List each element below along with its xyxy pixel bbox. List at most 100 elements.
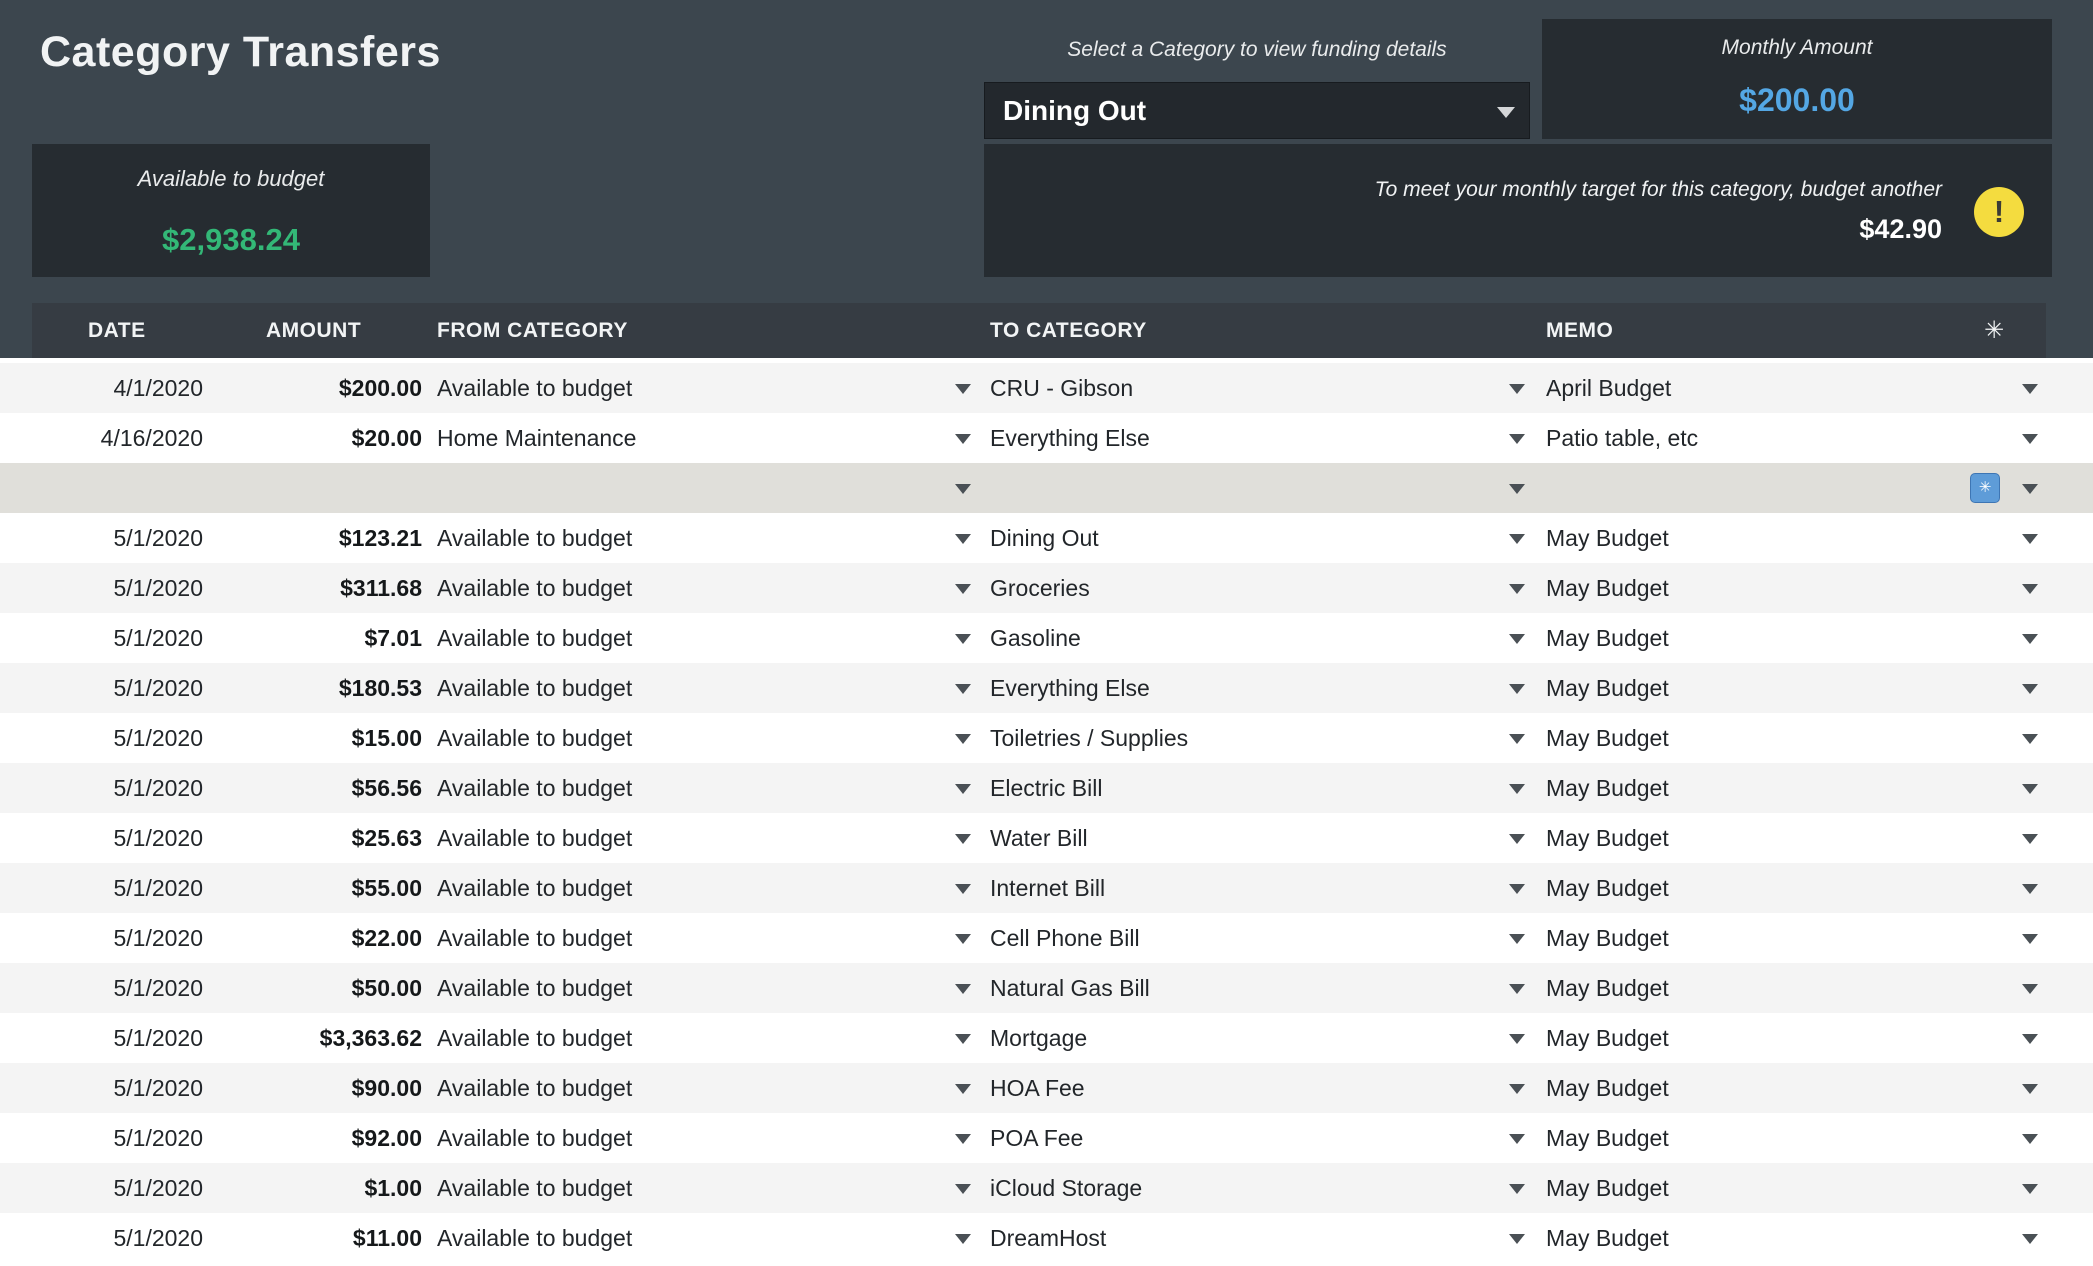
row-memo-cell[interactable]: May Budget: [1546, 1213, 1669, 1263]
row-memo-cell[interactable]: May Budget: [1546, 1013, 1669, 1063]
row-from-category-cell[interactable]: Available to budget: [437, 1013, 632, 1063]
row-date-cell[interactable]: 5/1/2020: [20, 1163, 203, 1213]
chevron-down-icon[interactable]: [2022, 884, 2038, 894]
row-memo-cell[interactable]: May Budget: [1546, 763, 1669, 813]
row-date-cell[interactable]: 4/1/2020: [20, 363, 203, 413]
chevron-down-icon[interactable]: [1509, 634, 1525, 644]
row-date-cell[interactable]: 5/1/2020: [20, 613, 203, 663]
row-memo-cell[interactable]: May Budget: [1546, 613, 1669, 663]
chevron-down-icon[interactable]: [2022, 534, 2038, 544]
row-memo-cell[interactable]: May Budget: [1546, 863, 1669, 913]
row-to-category-cell[interactable]: Electric Bill: [990, 763, 1102, 813]
row-amount-cell[interactable]: $311.68: [240, 563, 422, 613]
chevron-down-icon[interactable]: [1509, 1184, 1525, 1194]
row-to-category-cell[interactable]: Mortgage: [990, 1013, 1087, 1063]
chevron-down-icon[interactable]: [2022, 1184, 2038, 1194]
row-from-category-cell[interactable]: Available to budget: [437, 1113, 632, 1163]
chevron-down-icon[interactable]: [2022, 634, 2038, 644]
chevron-down-icon[interactable]: [2022, 384, 2038, 394]
row-from-category-cell[interactable]: Available to budget: [437, 513, 632, 563]
asterisk-button[interactable]: ✳: [1970, 473, 2000, 503]
chevron-down-icon[interactable]: [955, 1034, 971, 1044]
chevron-down-icon[interactable]: [1509, 1134, 1525, 1144]
row-amount-cell[interactable]: $1.00: [240, 1163, 422, 1213]
chevron-down-icon[interactable]: [1509, 1084, 1525, 1094]
row-date-cell[interactable]: 5/1/2020: [20, 1063, 203, 1113]
row-amount-cell[interactable]: $90.00: [240, 1063, 422, 1113]
chevron-down-icon[interactable]: [2022, 1034, 2038, 1044]
row-amount-cell[interactable]: $56.56: [240, 763, 422, 813]
row-to-category-cell[interactable]: DreamHost: [990, 1213, 1106, 1263]
chevron-down-icon[interactable]: [955, 634, 971, 644]
chevron-down-icon[interactable]: [1509, 984, 1525, 994]
row-date-cell[interactable]: 5/1/2020: [20, 513, 203, 563]
chevron-down-icon[interactable]: [2022, 1234, 2038, 1244]
row-memo-cell[interactable]: May Budget: [1546, 1113, 1669, 1163]
row-amount-cell[interactable]: $3,363.62: [240, 1013, 422, 1063]
row-memo-cell[interactable]: May Budget: [1546, 563, 1669, 613]
row-date-cell[interactable]: 5/1/2020: [20, 913, 203, 963]
row-memo-cell[interactable]: May Budget: [1546, 663, 1669, 713]
row-from-category-cell[interactable]: Available to budget: [437, 763, 632, 813]
row-amount-cell[interactable]: $200.00: [240, 363, 422, 413]
row-to-category-cell[interactable]: Gasoline: [990, 613, 1081, 663]
chevron-down-icon[interactable]: [1509, 584, 1525, 594]
chevron-down-icon[interactable]: [2022, 684, 2038, 694]
row-memo-cell[interactable]: April Budget: [1546, 363, 1671, 413]
row-from-category-cell[interactable]: Available to budget: [437, 563, 632, 613]
chevron-down-icon[interactable]: [1509, 384, 1525, 394]
chevron-down-icon[interactable]: [1509, 434, 1525, 444]
row-from-category-cell[interactable]: Home Maintenance: [437, 413, 636, 463]
chevron-down-icon[interactable]: [955, 534, 971, 544]
chevron-down-icon[interactable]: [955, 934, 971, 944]
chevron-down-icon[interactable]: [955, 584, 971, 594]
row-from-category-cell[interactable]: Available to budget: [437, 1213, 632, 1263]
row-from-category-cell[interactable]: Available to budget: [437, 363, 632, 413]
row-amount-cell[interactable]: $22.00: [240, 913, 422, 963]
row-memo-cell[interactable]: Patio table, etc: [1546, 413, 1698, 463]
chevron-down-icon[interactable]: [1509, 734, 1525, 744]
row-amount-cell[interactable]: $20.00: [240, 413, 422, 463]
row-amount-cell[interactable]: $92.00: [240, 1113, 422, 1163]
row-memo-cell[interactable]: May Budget: [1546, 513, 1669, 563]
row-memo-cell[interactable]: May Budget: [1546, 963, 1669, 1013]
chevron-down-icon[interactable]: [1509, 534, 1525, 544]
category-select[interactable]: Dining Out: [984, 82, 1530, 139]
row-from-category-cell[interactable]: Available to budget: [437, 863, 632, 913]
row-date-cell[interactable]: 5/1/2020: [20, 1013, 203, 1063]
chevron-down-icon[interactable]: [955, 1134, 971, 1144]
row-date-cell[interactable]: 5/1/2020: [20, 713, 203, 763]
chevron-down-icon[interactable]: [955, 1234, 971, 1244]
row-to-category-cell[interactable]: Dining Out: [990, 513, 1099, 563]
chevron-down-icon[interactable]: [1509, 684, 1525, 694]
chevron-down-icon[interactable]: [2022, 834, 2038, 844]
chevron-down-icon[interactable]: [1509, 884, 1525, 894]
row-to-category-cell[interactable]: POA Fee: [990, 1113, 1083, 1163]
row-from-category-cell[interactable]: Available to budget: [437, 963, 632, 1013]
row-from-category-cell[interactable]: Available to budget: [437, 663, 632, 713]
row-from-category-cell[interactable]: Available to budget: [437, 1163, 632, 1213]
row-date-cell[interactable]: 5/1/2020: [20, 863, 203, 913]
chevron-down-icon[interactable]: [955, 484, 971, 494]
row-memo-cell[interactable]: May Budget: [1546, 1163, 1669, 1213]
row-to-category-cell[interactable]: Toiletries / Supplies: [990, 713, 1188, 763]
row-to-category-cell[interactable]: iCloud Storage: [990, 1163, 1142, 1213]
row-amount-cell[interactable]: $55.00: [240, 863, 422, 913]
row-date-cell[interactable]: 5/1/2020: [20, 1213, 203, 1263]
row-date-cell[interactable]: 5/1/2020: [20, 763, 203, 813]
row-amount-cell[interactable]: $25.63: [240, 813, 422, 863]
chevron-down-icon[interactable]: [955, 1184, 971, 1194]
chevron-down-icon[interactable]: [2022, 1134, 2038, 1144]
chevron-down-icon[interactable]: [2022, 934, 2038, 944]
row-to-category-cell[interactable]: Water Bill: [990, 813, 1088, 863]
row-amount-cell[interactable]: $11.00: [240, 1213, 422, 1263]
chevron-down-icon[interactable]: [1509, 834, 1525, 844]
row-amount-cell[interactable]: $50.00: [240, 963, 422, 1013]
chevron-down-icon[interactable]: [2022, 984, 2038, 994]
row-memo-cell[interactable]: May Budget: [1546, 813, 1669, 863]
row-to-category-cell[interactable]: Internet Bill: [990, 863, 1105, 913]
chevron-down-icon[interactable]: [2022, 484, 2038, 494]
row-date-cell[interactable]: 5/1/2020: [20, 663, 203, 713]
row-date-cell[interactable]: 5/1/2020: [20, 1113, 203, 1163]
row-amount-cell[interactable]: $180.53: [240, 663, 422, 713]
